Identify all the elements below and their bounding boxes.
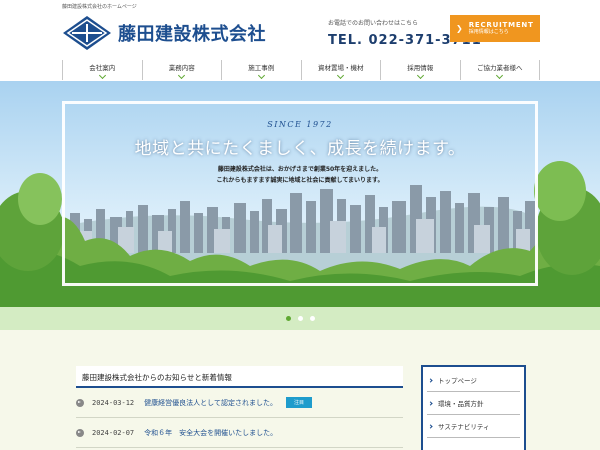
chevron-down-icon <box>257 71 265 80</box>
news-item: 2024-02-07 令和６年 安全大会を開催いたしました。 <box>76 418 403 448</box>
nav-item-label: 資材置場・機材 <box>318 64 364 72</box>
recruitment-button[interactable]: ❯ RECRUITMENT 採用情報はこちら <box>450 15 540 42</box>
nav-item-label: 施工事例 <box>248 64 275 72</box>
nav-item-equipment[interactable]: 資材置場・機材 <box>300 60 381 80</box>
chevron-down-icon <box>337 71 345 80</box>
chevron-right-icon <box>428 423 433 429</box>
recruitment-subtitle: 採用情報はこちら <box>468 28 509 35</box>
nav-item-label: 会社案内 <box>89 64 116 72</box>
content-area: 藤田建設株式会社からのお知らせと新着情報 2024-03-12 健康経営優良法人… <box>0 330 600 450</box>
company-logo[interactable]: 藤田建設株式会社 <box>62 14 266 52</box>
slider-dot-1[interactable] <box>285 316 291 321</box>
news-section: 藤田建設株式会社からのお知らせと新着情報 2024-03-12 健康経営優良法人… <box>76 366 403 448</box>
sidebar-item-top[interactable]: トップページ <box>427 369 520 392</box>
news-badge: 注目 <box>285 397 312 408</box>
news-date: 2024-03-12 <box>92 398 135 407</box>
main-nav: 会社案内 業務内容 施工事例 資材置場・機材 採用情報 ご協力業者様へ <box>62 60 540 80</box>
site-tagline: 藤田建設株式会社のホームページ <box>62 4 137 10</box>
chevron-down-icon <box>416 71 424 80</box>
hero-subtext-line2: これからもますます誠実に地域と社会に貢献してまいります。 <box>216 177 384 184</box>
diamond-logo-icon <box>63 16 111 50</box>
arrow-circle-icon[interactable] <box>76 398 84 407</box>
chevron-down-icon <box>98 71 106 80</box>
hero-subtext-line1: 藤田建設株式会社は、おかげさまで創業50年を迎えました。 <box>217 166 383 173</box>
hero-headline: 地域と共にたくましく、成長を続けます。 <box>134 139 466 159</box>
company-name: 藤田建設株式会社 <box>118 24 266 45</box>
sidebar-menu: トップページ 環境・品質方針 サステナビリティ <box>421 365 526 450</box>
hero-since: SINCE 1972 <box>267 120 333 129</box>
chevron-down-icon <box>178 71 186 80</box>
nav-item-label: 採用情報 <box>407 64 434 72</box>
nav-item-partners[interactable]: ご協力業者様へ <box>459 60 540 80</box>
slider-pagination <box>0 307 600 330</box>
sidebar-item-sustainability[interactable]: サステナビリティ <box>427 415 520 438</box>
news-date: 2024-02-07 <box>92 428 135 437</box>
chevron-right-icon <box>428 400 433 406</box>
news-title-link[interactable]: 令和６年 安全大会を開催いたしました。 <box>144 428 277 438</box>
chevron-down-icon <box>496 71 504 80</box>
arrow-circle-icon[interactable] <box>76 428 84 437</box>
slider-dot-3[interactable] <box>309 316 315 321</box>
hero-slider: SINCE 1972 地域と共にたくましく、成長を続けます。 藤田建設株式会社は… <box>0 81 600 307</box>
nav-item-label: 業務内容 <box>168 64 195 72</box>
sidebar-item-label: サステナビリティ <box>438 423 490 431</box>
news-item: 2024-03-12 健康経営優良法人として認定されました。 注目 <box>76 388 403 418</box>
sidebar-item-environment[interactable]: 環境・品質方針 <box>427 392 520 415</box>
nav-item-services[interactable]: 業務内容 <box>141 60 222 80</box>
news-title-link[interactable]: 健康経営優良法人として認定されました。 <box>144 398 277 408</box>
chevron-right-icon: ❯ <box>456 24 463 33</box>
nav-item-works[interactable]: 施工事例 <box>221 60 301 80</box>
nav-item-recruit[interactable]: 採用情報 <box>380 60 460 80</box>
slider-dot-2[interactable] <box>297 316 303 321</box>
sidebar-item-label: 環境・品質方針 <box>438 400 484 408</box>
nav-item-company[interactable]: 会社案内 <box>62 60 142 80</box>
chevron-right-icon <box>428 377 433 383</box>
nav-item-label: ご協力業者様へ <box>477 64 523 72</box>
sidebar-item-label: トップページ <box>438 377 477 385</box>
news-heading: 藤田建設株式会社からのお知らせと新着情報 <box>76 366 403 388</box>
